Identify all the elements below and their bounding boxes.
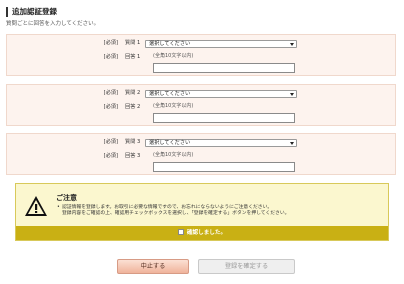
question-select-1[interactable]: 選択してください bbox=[145, 40, 297, 48]
required-label: [必須] bbox=[103, 54, 118, 60]
answer-input-3[interactable] bbox=[153, 162, 295, 172]
chevron-down-icon bbox=[290, 142, 294, 145]
answer-label: 回答 2 bbox=[125, 104, 141, 110]
page-title: 追加認証登録 bbox=[6, 7, 57, 17]
caution-line-1: 認証情報を登録します。お取引に必要な情報ですので、お忘れにならないようにご注意く… bbox=[62, 205, 273, 210]
question-block-2: [必須] 質問 2 選択してください [必須] 回答 2 (全角10文字以内) bbox=[6, 84, 396, 126]
select-value: 選択してください bbox=[149, 41, 191, 47]
answer-input-2[interactable] bbox=[153, 113, 295, 123]
answer-hint: (全角10文字以内) bbox=[153, 103, 194, 109]
caution-line-2: 登録内容をご確認の上、確認用チェックボックスを選択し、「登録を確定する」ボタンを… bbox=[62, 211, 290, 217]
required-label: [必須] bbox=[103, 104, 118, 110]
required-label: [必須] bbox=[103, 40, 118, 46]
question-label: 質問 1 bbox=[125, 40, 141, 46]
answer-label: 回答 3 bbox=[125, 153, 141, 159]
confirm-label: 確認しました。 bbox=[186, 230, 227, 236]
caution-title: ご注意 bbox=[56, 194, 77, 202]
select-value: 選択してください bbox=[149, 91, 191, 97]
warning-icon bbox=[25, 196, 47, 216]
answer-label: 回答 1 bbox=[125, 54, 141, 60]
question-select-2[interactable]: 選択してください bbox=[145, 90, 297, 98]
question-block-3: [必須] 質問 3 選択してください [必須] 回答 3 (全角10文字以内) bbox=[6, 133, 396, 175]
confirm-checkbox[interactable] bbox=[177, 229, 184, 235]
required-label: [必須] bbox=[103, 90, 118, 96]
question-select-3[interactable]: 選択してください bbox=[145, 139, 297, 147]
confirm-registration-button[interactable]: 登録を確定する bbox=[198, 259, 295, 274]
answer-input-1[interactable] bbox=[153, 63, 295, 73]
required-label: [必須] bbox=[103, 139, 118, 145]
answer-hint: (全角10文字以内) bbox=[153, 53, 194, 59]
caution-text: • 認証情報を登録します。お取引に必要な情報ですので、お忘れにならないようにご注意… bbox=[57, 205, 290, 217]
cancel-button[interactable]: 中止する bbox=[117, 259, 189, 274]
page-subtitle: 質問ごとに回答を入力してください。 bbox=[6, 21, 100, 27]
caution-box: ご注意 • 認証情報を登録します。お取引に必要な情報ですので、お忘れにならないよう… bbox=[15, 183, 389, 241]
required-label: [必須] bbox=[103, 153, 118, 159]
question-block-1: [必須] 質問 1 選択してください [必須] 回答 1 (全角10文字以内) bbox=[6, 34, 396, 76]
confirm-checkbox-bar[interactable]: 確認しました。 bbox=[16, 226, 388, 240]
chevron-down-icon bbox=[290, 43, 294, 46]
answer-hint: (全角10文字以内) bbox=[153, 152, 194, 158]
select-value: 選択してください bbox=[149, 140, 191, 146]
question-label: 質問 3 bbox=[125, 139, 141, 145]
chevron-down-icon bbox=[290, 93, 294, 96]
question-label: 質問 2 bbox=[125, 90, 141, 96]
